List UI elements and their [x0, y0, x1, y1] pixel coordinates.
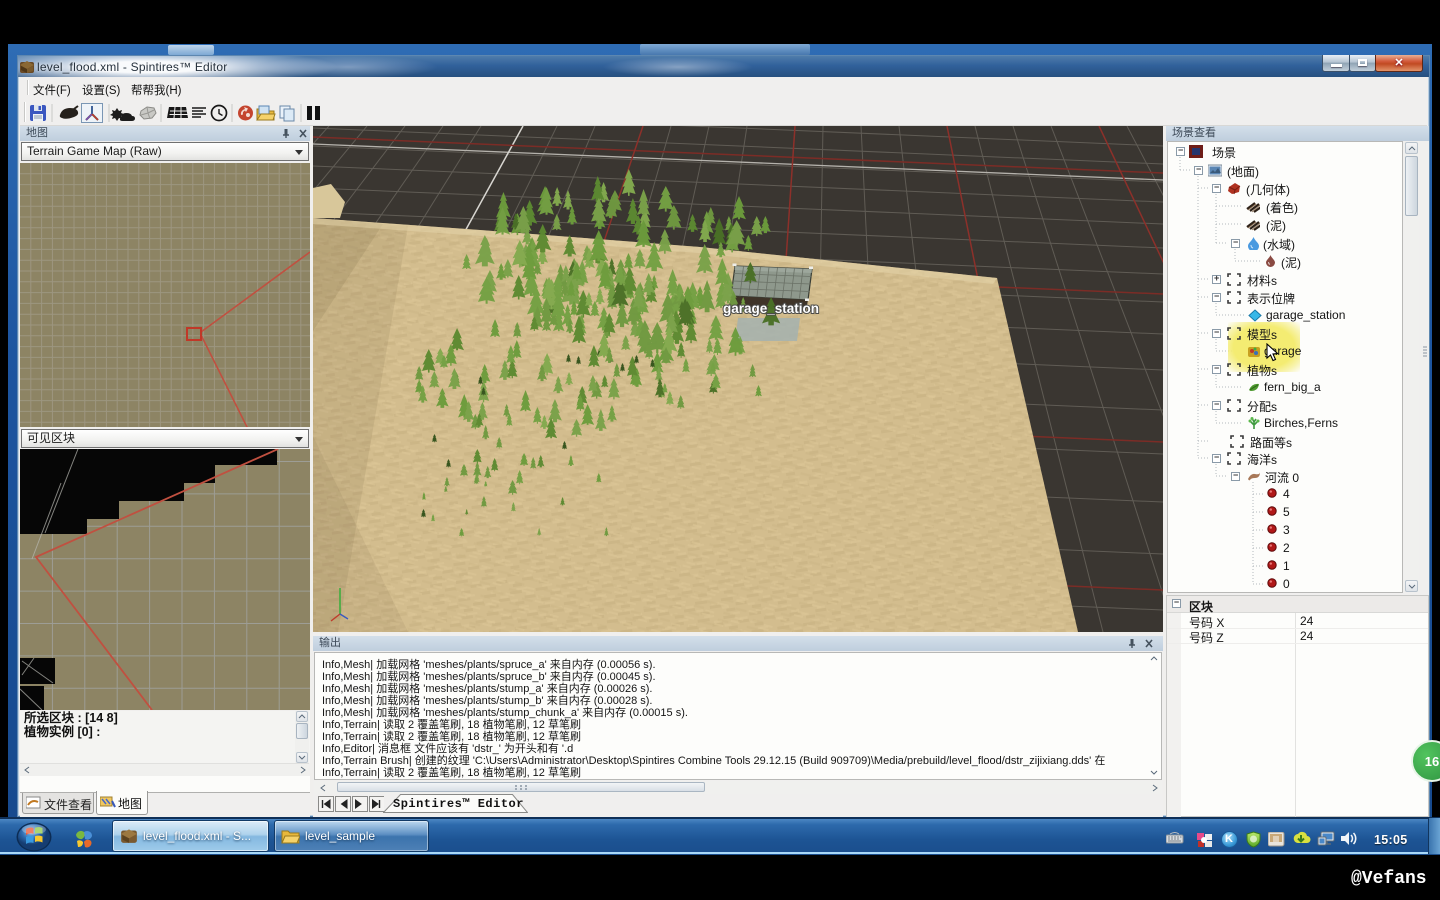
svg-text:garage_station: garage_station	[723, 301, 819, 316]
